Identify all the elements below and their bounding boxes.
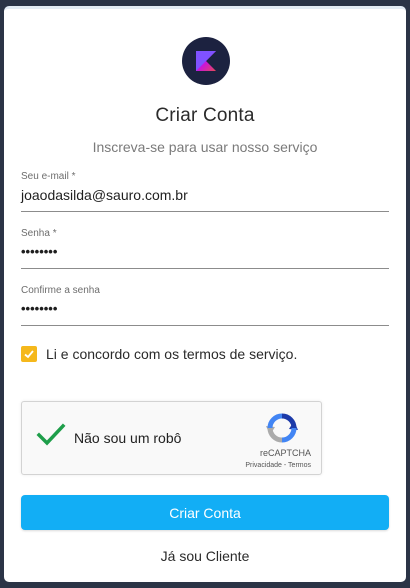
page-subtitle: Inscreva-se para usar nosso serviço xyxy=(92,139,318,155)
email-underline xyxy=(21,211,389,212)
checkmark-icon xyxy=(24,350,34,359)
recaptcha-logo-icon xyxy=(265,412,299,449)
terms-checkbox[interactable] xyxy=(21,346,37,362)
recaptcha-label[interactable]: Não sou um robô xyxy=(74,430,181,446)
password-underline xyxy=(21,268,389,269)
confirm-password-underline xyxy=(21,325,389,326)
existing-client-link[interactable]: Já sou Cliente xyxy=(4,548,406,564)
recaptcha-brand: reCAPTCHA xyxy=(259,448,311,458)
password-label: Senha * xyxy=(21,228,57,239)
email-label: Seu e-mail * xyxy=(21,171,76,182)
confirm-password-input[interactable]: •••••••• xyxy=(21,301,389,320)
email-field[interactable]: Seu e-mail * joaodasilda@sauro.com.br xyxy=(21,171,389,212)
signup-card: Criar Conta Inscreva-se para usar nosso … xyxy=(4,6,406,582)
create-account-button[interactable]: Criar Conta xyxy=(21,495,389,530)
confirm-password-label: Confirme a senha xyxy=(21,285,100,296)
recaptcha-links[interactable]: Privacidade - Termos xyxy=(245,462,311,469)
recaptcha-widget: Não sou um robô reCAPTCHA Privacidade - … xyxy=(21,401,322,475)
recaptcha-check-icon[interactable] xyxy=(36,422,66,453)
kotlin-logo-icon xyxy=(182,37,230,85)
email-input[interactable]: joaodasilda@sauro.com.br xyxy=(21,187,389,206)
terms-label[interactable]: Li e concordo com os termos de serviço. xyxy=(46,346,297,362)
terms-row: Li e concordo com os termos de serviço. xyxy=(21,346,297,362)
password-field[interactable]: Senha * •••••••• xyxy=(21,228,389,269)
page-title: Criar Conta xyxy=(155,105,255,126)
password-input[interactable]: •••••••• xyxy=(21,244,389,263)
confirm-password-field[interactable]: Confirme a senha •••••••• xyxy=(21,285,389,326)
